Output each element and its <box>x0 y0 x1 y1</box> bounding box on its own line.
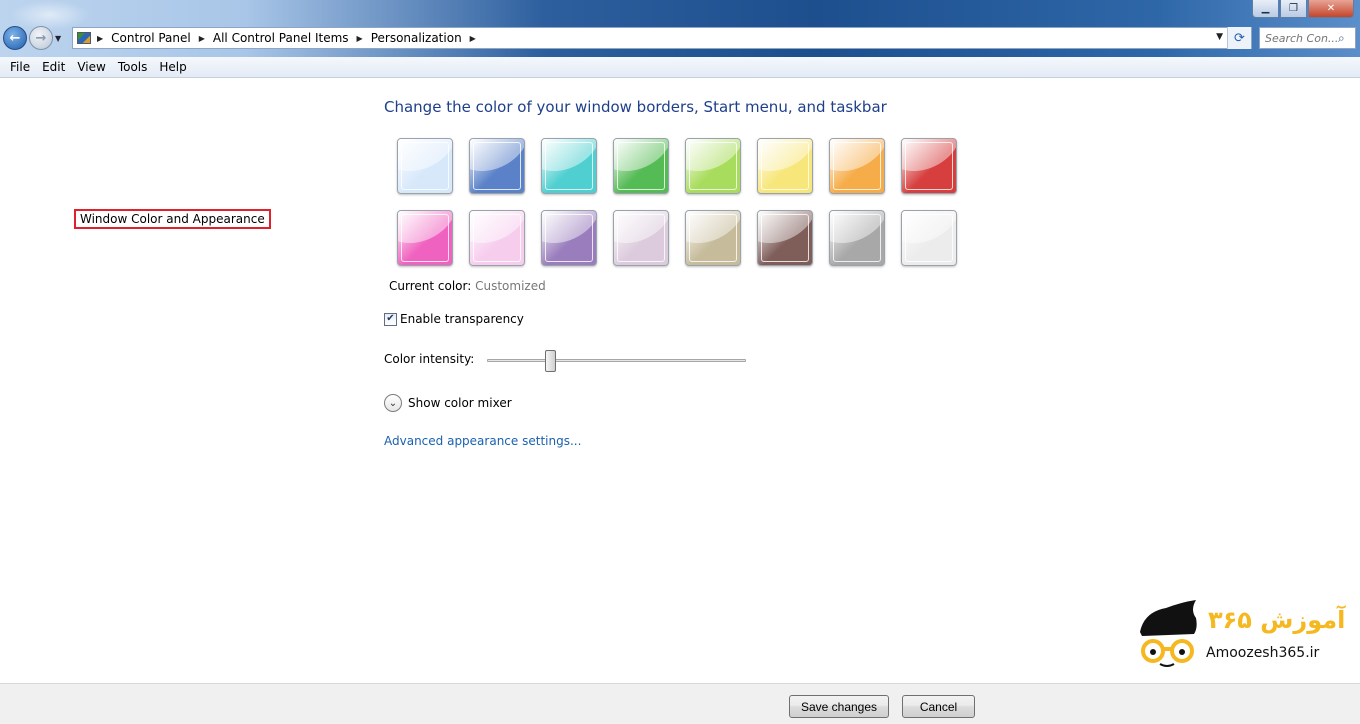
transparency-option[interactable]: ✔ Enable transparency <box>384 312 524 326</box>
color-swatch[interactable] <box>469 138 525 194</box>
advanced-appearance-link[interactable]: Advanced appearance settings... <box>384 434 581 448</box>
page-title: Change the color of your window borders,… <box>384 98 887 116</box>
color-swatch[interactable] <box>901 138 957 194</box>
watermark-logo: آموزش ۳۶۵ Amoozesh365.ir <box>1136 598 1360 668</box>
close-icon: ✕ <box>1326 3 1336 14</box>
forward-button[interactable]: → <box>29 26 53 50</box>
window-controls: ▁ ❐ ✕ <box>1252 0 1354 18</box>
watermark-site: Amoozesh365.ir <box>1206 645 1320 661</box>
recent-pages-dropdown-icon[interactable]: ▼ <box>55 34 61 43</box>
refresh-icon: ⟳ <box>1234 30 1245 46</box>
color-swatch[interactable] <box>685 210 741 266</box>
breadcrumb-all-items[interactable]: All Control Panel Items <box>213 31 349 45</box>
logo-text: آموزش ۳۶۵ <box>1208 605 1346 634</box>
chevron-right-icon[interactable]: ▶ <box>470 34 476 43</box>
restore-icon: ❐ <box>1289 3 1298 14</box>
forward-arrow-icon: → <box>35 30 47 46</box>
color-swatch[interactable] <box>397 210 453 266</box>
color-swatch[interactable] <box>685 138 741 194</box>
search-icon[interactable]: ⌕ <box>1338 31 1345 46</box>
transparency-checkbox[interactable]: ✔ <box>384 312 397 326</box>
minimize-icon: ▁ <box>1261 3 1270 14</box>
main-content: Change the color of your window borders,… <box>384 98 957 448</box>
color-swatch[interactable] <box>829 210 885 266</box>
navigation-buttons: ← → ▼ <box>3 26 61 50</box>
address-bar[interactable]: ▶ Control Panel ▶ All Control Panel Item… <box>72 27 1252 229</box>
color-swatch[interactable] <box>757 210 813 266</box>
save-changes-button[interactable]: Save changes <box>789 695 889 718</box>
color-swatch[interactable] <box>613 210 669 266</box>
restore-button[interactable]: ❐ <box>1280 0 1307 18</box>
menu-file[interactable]: File <box>4 60 36 74</box>
color-intensity-slider[interactable] <box>487 350 746 372</box>
current-color-label: Current color: <box>389 279 472 293</box>
color-swatch[interactable] <box>613 138 669 194</box>
title-bar: ▁ ❐ ✕ ← → ▼ ▶ Control Panel ▶ All Contro… <box>0 0 1360 229</box>
breadcrumb-personalization[interactable]: Personalization <box>371 31 462 45</box>
color-swatch[interactable] <box>829 138 885 194</box>
menu-tools[interactable]: Tools <box>112 60 154 74</box>
color-swatch[interactable] <box>397 138 453 194</box>
chevron-right-icon[interactable]: ▶ <box>199 34 205 43</box>
show-color-mixer-label: Show color mixer <box>408 396 512 410</box>
back-arrow-icon: ← <box>9 30 21 46</box>
current-color-value: Customized <box>475 279 546 293</box>
current-color: Current color: Customized <box>389 279 546 293</box>
chevron-right-icon[interactable]: ▶ <box>97 34 103 43</box>
menu-view[interactable]: View <box>71 60 111 74</box>
menu-bar: File Edit View Tools Help <box>0 57 1360 78</box>
minimize-button[interactable]: ▁ <box>1252 0 1279 18</box>
chevron-right-icon[interactable]: ▶ <box>357 34 363 43</box>
control-panel-icon <box>77 32 91 44</box>
menu-help[interactable]: Help <box>153 60 192 74</box>
menu-edit[interactable]: Edit <box>36 60 71 74</box>
search-box[interactable]: ⌕ <box>1259 27 1356 49</box>
breadcrumb-control-panel[interactable]: Control Panel <box>111 31 191 45</box>
color-swatch[interactable] <box>541 138 597 194</box>
back-button[interactable]: ← <box>3 26 27 50</box>
color-intensity-label: Color intensity: <box>384 352 475 366</box>
chevron-down-icon[interactable]: ⌄ <box>384 394 402 412</box>
color-swatch[interactable] <box>541 210 597 266</box>
address-dropdown-icon[interactable]: ▼ <box>1216 32 1223 42</box>
transparency-label: Enable transparency <box>400 312 524 326</box>
cancel-button[interactable]: Cancel <box>902 695 975 718</box>
footer-bar: Save changes Cancel <box>0 683 1360 724</box>
refresh-button[interactable]: ⟳ <box>1227 27 1251 49</box>
color-swatch[interactable] <box>901 210 957 266</box>
color-swatch[interactable] <box>757 138 813 194</box>
color-swatch[interactable] <box>469 210 525 266</box>
close-button[interactable]: ✕ <box>1308 0 1354 18</box>
breadcrumb-window-color[interactable]: Window Color and Appearance <box>74 209 271 229</box>
slider-thumb[interactable] <box>545 350 556 372</box>
search-input[interactable] <box>1260 31 1338 45</box>
show-color-mixer[interactable]: ⌄ Show color mixer <box>384 394 512 412</box>
